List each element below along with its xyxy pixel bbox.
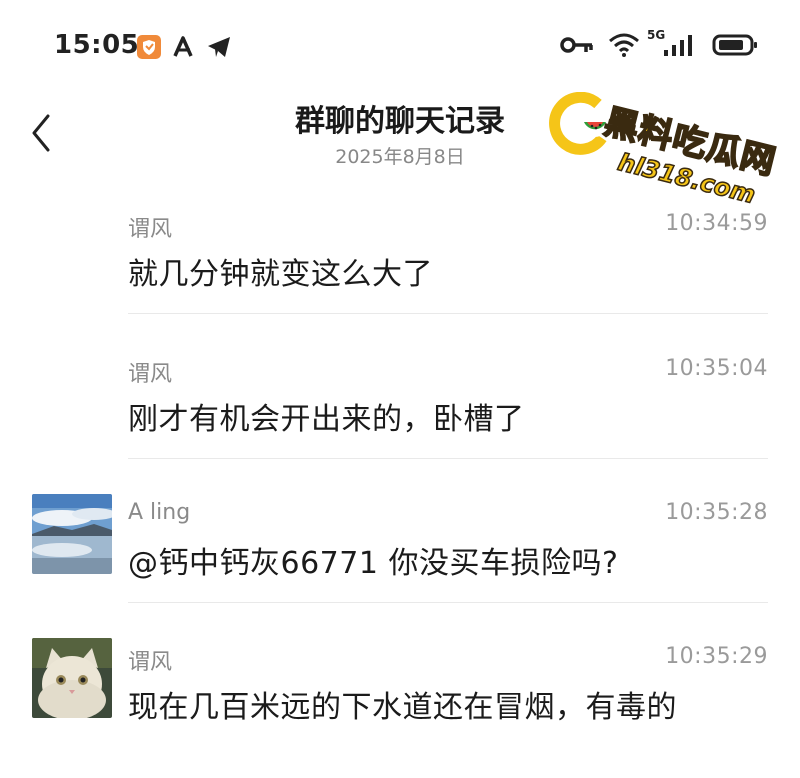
message-sender: A ling (128, 500, 191, 525)
battery-icon (712, 33, 758, 61)
message-divider (128, 313, 768, 314)
page-subtitle: 2025年8月8日 (335, 146, 465, 168)
message-item[interactable]: 谓风 10:35:29 现在几百米远的下水道还在冒烟，有毒的 (0, 638, 800, 778)
lake-landscape-avatar-image (32, 494, 112, 574)
status-icons-left (136, 34, 232, 64)
avatar[interactable] (32, 638, 112, 718)
message-item[interactable]: A ling 10:35:28 @钙中钙灰66771 你没买车损险吗? (0, 494, 800, 634)
message-time: 10:35:29 (665, 644, 768, 669)
message-divider (128, 458, 768, 459)
a-notification-icon (172, 35, 196, 63)
message-text: 刚才有机会开出来的，卧槽了 (128, 402, 525, 437)
message-text: 就几分钟就变这么大了 (128, 257, 433, 292)
message-text: 现在几百米远的下水道还在冒烟，有毒的 (128, 690, 677, 725)
status-time: 15:05 (54, 30, 140, 60)
message-item[interactable]: 谓风 10:34:59 就几分钟就变这么大了 (0, 205, 800, 345)
avatar[interactable] (32, 494, 112, 574)
chat-header: 群聊的聊天记录 2025年8月8日 (0, 90, 800, 180)
message-divider (128, 602, 768, 603)
message-item[interactable]: 谓风 10:35:04 刚才有机会开出来的，卧槽了 (0, 350, 800, 490)
key-icon (560, 34, 594, 60)
message-sender: 谓风 (128, 362, 173, 387)
network-label: 5G (647, 28, 666, 42)
message-text: @钙中钙灰66771 你没买车损险吗? (128, 546, 619, 581)
message-time: 10:35:28 (665, 500, 768, 525)
message-sender: 谓风 (128, 650, 173, 675)
message-time: 10:34:59 (665, 211, 768, 236)
telegram-icon (206, 35, 232, 63)
page-title: 群聊的聊天记录 (295, 104, 505, 139)
shield-app-icon (136, 34, 162, 64)
message-time: 10:35:04 (665, 356, 768, 381)
cat-avatar-image (32, 638, 112, 718)
wifi-icon (608, 32, 640, 62)
status-bar: 15:05 5G (0, 0, 800, 90)
message-sender: 谓风 (128, 217, 173, 242)
